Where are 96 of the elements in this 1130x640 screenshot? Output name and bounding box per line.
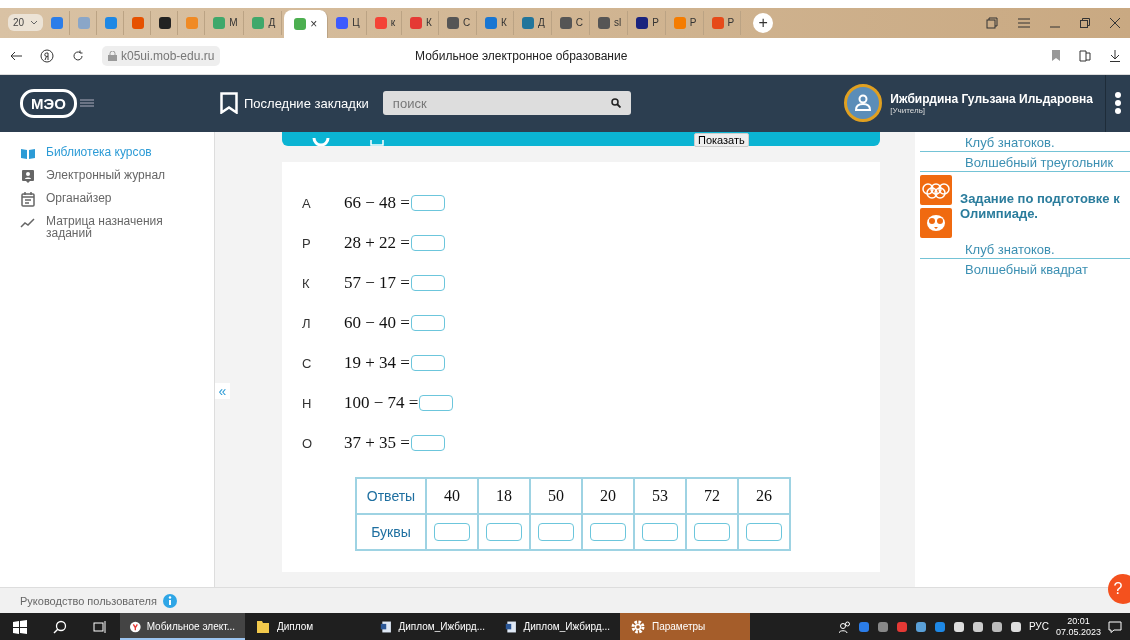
more-icon[interactable] xyxy=(1114,92,1122,115)
chevron-down-icon xyxy=(30,20,39,26)
tabs-icon[interactable] xyxy=(986,17,998,29)
yandex-circle-icon[interactable] xyxy=(40,48,54,63)
folder-icon xyxy=(255,618,271,635)
calendar-icon xyxy=(20,191,36,207)
tab-counter[interactable]: 20 xyxy=(8,14,44,32)
browser-tab[interactable]: М xyxy=(207,11,245,35)
browser-tab[interactable]: Р xyxy=(667,11,704,35)
person-icon xyxy=(854,94,873,113)
course-link[interactable]: Волшебный треугольник xyxy=(920,150,1130,171)
browser-tab[interactable]: × xyxy=(284,10,329,38)
table-cell: 26 xyxy=(738,477,790,514)
table-header: Буквы xyxy=(356,513,426,550)
math-expression: 57 − 17 = xyxy=(344,273,410,294)
math-expression: 60 − 40 = xyxy=(344,313,410,334)
table-cell: 72 xyxy=(686,477,738,514)
owl-icon xyxy=(920,207,952,238)
logo[interactable]: МЭО xyxy=(20,88,77,118)
back-icon[interactable] xyxy=(10,50,22,61)
letter: А xyxy=(302,195,312,211)
search-icon[interactable] xyxy=(610,98,621,109)
user-name: Ижбирдина Гульзана Ильдаровна xyxy=(890,91,1093,106)
new-tab-button[interactable]: + xyxy=(753,13,774,33)
browser-tab[interactable]: Р xyxy=(630,11,666,35)
clock[interactable]: 20:01 07.05.2023 xyxy=(1055,613,1101,640)
browser-tab[interactable]: С xyxy=(440,11,478,35)
windows-icon[interactable] xyxy=(13,619,27,634)
course-title: Задание по подготовке к Олимпиаде. xyxy=(960,191,1121,222)
lock-icon xyxy=(108,50,117,61)
taskbar-button[interactable]: Диплом_Ижбирд... xyxy=(370,613,495,640)
close-icon[interactable] xyxy=(1110,18,1120,28)
taskbar-button[interactable]: Диплом xyxy=(245,613,370,640)
course-link[interactable]: Клуб знатоков. xyxy=(920,238,1130,258)
gear-icon xyxy=(630,618,646,635)
letter: С xyxy=(302,355,313,371)
tray-icon[interactable] xyxy=(914,620,927,633)
math-expression: 100 − 74 = xyxy=(344,393,419,414)
sidebar-item[interactable]: Матрица назначения заданий xyxy=(0,214,214,239)
browser-tab[interactable]: Ц xyxy=(330,11,367,35)
table-cell: 40 xyxy=(426,477,478,514)
browser-tab[interactable]: К xyxy=(404,11,439,35)
journal-icon xyxy=(20,168,36,184)
math-expression: 66 − 48 = xyxy=(344,193,410,214)
course-link[interactable]: Клуб знатоков. xyxy=(920,131,1130,151)
olympic-rings-icon xyxy=(920,174,952,205)
sidebar-item[interactable]: Органайзер xyxy=(0,191,214,207)
math-expression: 19 + 34 = xyxy=(344,353,410,374)
info-icon[interactable] xyxy=(163,593,177,608)
page-title: Мобильное электронное образование xyxy=(414,48,629,63)
taskbar-button[interactable]: Параметры xyxy=(620,613,750,640)
menu-icon[interactable] xyxy=(1018,18,1030,28)
search-icon[interactable] xyxy=(53,619,67,634)
browser-tab[interactable]: Р xyxy=(705,11,742,35)
tray-icon[interactable] xyxy=(952,620,965,633)
logo-lines-drawing xyxy=(79,99,94,108)
sidebar-item[interactable]: Электронный журнал xyxy=(0,168,214,184)
letter: К xyxy=(302,275,311,291)
user-guide-link[interactable]: Руководство пользователя xyxy=(20,594,157,607)
bookmark-icon[interactable] xyxy=(220,92,238,115)
restore-icon[interactable] xyxy=(1080,18,1090,28)
taskbar-button[interactable]: Мобильное элект... xyxy=(120,613,245,640)
tray-icon[interactable] xyxy=(1009,620,1022,633)
table-cell: 50 xyxy=(530,477,582,514)
tray-icon[interactable] xyxy=(971,620,984,633)
letter: О xyxy=(302,435,314,451)
course-link[interactable]: Волшебный квадрат xyxy=(920,257,1130,278)
taskbar-button[interactable]: Диплом_Ижбирд... xyxy=(495,613,620,640)
browser-tab[interactable]: Д xyxy=(515,11,552,35)
language-indicator[interactable]: РУС xyxy=(1028,621,1049,632)
bookmarks-link[interactable]: Последние закладки xyxy=(244,95,369,111)
search-field[interactable]: поиск xyxy=(382,91,631,116)
avatar[interactable] xyxy=(844,84,883,123)
tray-icon[interactable] xyxy=(990,620,1003,633)
show-button[interactable]: Показать xyxy=(694,132,749,147)
table-cell: 53 xyxy=(634,477,686,514)
browser-tab[interactable]: К xyxy=(479,11,514,35)
math-expression: 37 + 35 = xyxy=(344,433,410,454)
table-header: Ответы xyxy=(356,477,426,514)
letter: Л xyxy=(302,315,312,331)
reload-icon[interactable] xyxy=(72,49,84,62)
task-view-icon[interactable] xyxy=(93,619,107,634)
table-cell: 20 xyxy=(582,477,634,514)
letter: Н xyxy=(302,395,313,411)
table-cell: 18 xyxy=(478,477,530,514)
math-expression: 28 + 22 = xyxy=(344,233,410,254)
letter: Р xyxy=(302,235,312,251)
browser-tab[interactable]: Д xyxy=(246,11,283,35)
notifications-icon[interactable] xyxy=(1108,620,1122,633)
people-icon[interactable] xyxy=(838,620,851,633)
user-role: [Учитель] xyxy=(890,105,926,115)
browser-tab[interactable]: С xyxy=(553,11,590,35)
browser-tab[interactable]: sl xyxy=(591,11,629,35)
address-field[interactable]: k05ui.mob-edu.ru xyxy=(102,45,221,66)
download-icon[interactable] xyxy=(1110,49,1120,62)
browser-tab[interactable]: к xyxy=(368,11,403,35)
